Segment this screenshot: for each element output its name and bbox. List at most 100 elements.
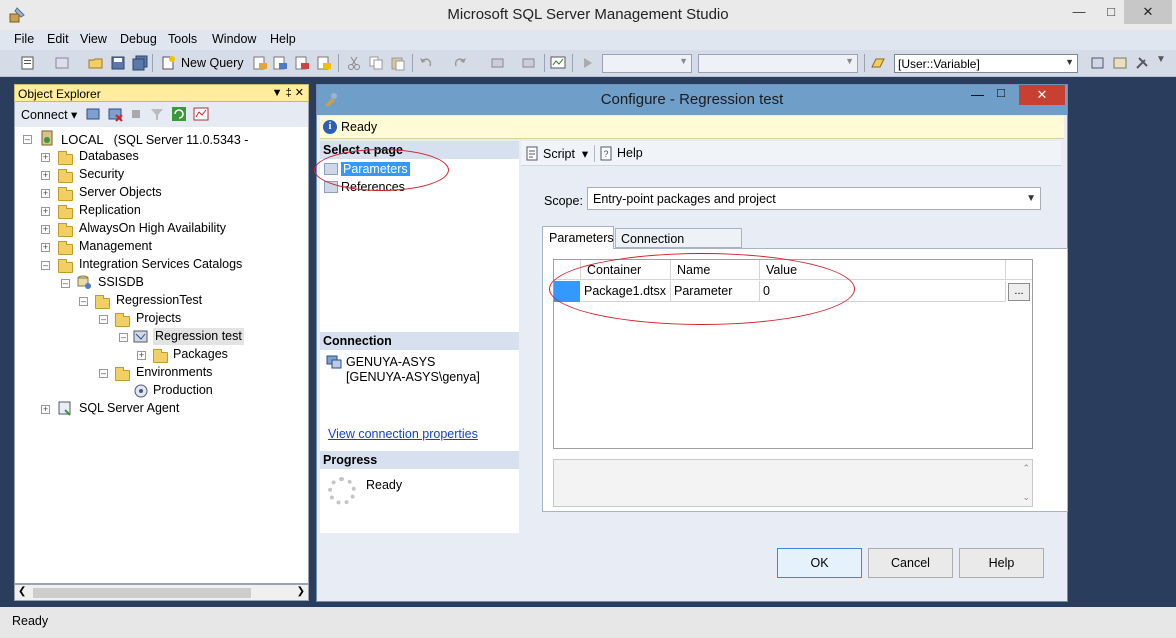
open-folder-icon[interactable] (88, 55, 104, 71)
redo-icon[interactable] (452, 55, 468, 71)
help-toolbar-button[interactable]: Help (617, 146, 643, 160)
scrollbar-thumb[interactable] (33, 588, 251, 598)
activity-monitor-icon[interactable] (193, 106, 209, 122)
tree-node-server[interactable]: LOCAL (SQL Server 11.0.5343 - (61, 131, 248, 148)
dialog-maximize-button[interactable]: □ (997, 85, 1005, 100)
scroll-down-icon[interactable]: ⌄ (1022, 492, 1030, 503)
undo-icon[interactable] (418, 55, 434, 71)
new-query-button[interactable]: New Query (181, 56, 244, 70)
execute-icon[interactable] (580, 55, 596, 71)
tree-node-regressiontest-folder[interactable]: RegressionTest (116, 292, 202, 309)
scroll-right-icon[interactable]: ❯ (297, 586, 305, 597)
menu-tools[interactable]: Tools (168, 32, 197, 46)
tree-node-security[interactable]: Security (79, 166, 124, 183)
scroll-up-icon[interactable]: ⌃ (1022, 463, 1030, 474)
script-button[interactable]: Script ▾ (543, 146, 588, 161)
properties-icon[interactable] (1112, 55, 1128, 71)
maximize-button[interactable]: □ (1096, 0, 1126, 24)
tree-node-packages[interactable]: Packages (173, 346, 228, 363)
variable-combo[interactable]: [User::Variable] ▼ (894, 54, 1078, 73)
paste-icon[interactable] (390, 55, 406, 71)
expand-icon[interactable]: + (41, 153, 50, 162)
collapse-icon[interactable]: – (99, 369, 108, 378)
refresh-icon[interactable] (171, 106, 187, 122)
tab-parameters[interactable]: Parameters (542, 226, 614, 249)
menu-debug[interactable]: Debug (120, 32, 157, 46)
copy-icon[interactable] (368, 55, 384, 71)
menu-help[interactable]: Help (270, 32, 296, 46)
activity-monitor-icon[interactable] (550, 55, 566, 71)
tree-node-alwayson[interactable]: AlwaysOn High Availability (79, 220, 226, 237)
pin-close-icon[interactable]: ▼ ‡ ✕ (272, 86, 304, 99)
collapse-icon[interactable]: – (79, 297, 88, 306)
navigate-forward-icon[interactable] (520, 55, 536, 71)
mdx-query-icon[interactable] (252, 55, 268, 71)
script-icon[interactable] (525, 146, 540, 161)
tree-node-projects[interactable]: Projects (136, 310, 181, 327)
disconnect-icon[interactable] (107, 106, 123, 122)
expand-icon[interactable]: + (41, 189, 50, 198)
tools-icon[interactable] (1134, 55, 1150, 71)
connect-dropdown[interactable]: Connect ▾ (21, 107, 77, 122)
menu-view[interactable]: View (80, 32, 107, 46)
horizontal-scrollbar[interactable]: ❮ ❯ (14, 584, 309, 601)
save-all-icon[interactable] (132, 55, 148, 71)
xmla-query-icon[interactable] (294, 55, 310, 71)
expand-icon[interactable]: + (41, 243, 50, 252)
close-button[interactable]: ✕ (1124, 0, 1172, 24)
tree-node-regression-test-project[interactable]: Regression test (153, 328, 244, 345)
tree-node-is-catalogs[interactable]: Integration Services Catalogs (79, 256, 242, 273)
collapse-icon[interactable]: – (99, 315, 108, 324)
toolbar-overflow-chevron-icon[interactable]: ▼ (1156, 54, 1166, 65)
tab-connection-managers[interactable]: Connection Managers (615, 228, 742, 260)
tree-node-management[interactable]: Management (79, 238, 152, 255)
expand-icon[interactable]: + (41, 405, 50, 414)
cancel-button[interactable]: Cancel (868, 548, 953, 578)
menu-file[interactable]: File (14, 32, 34, 46)
cut-icon[interactable] (346, 55, 362, 71)
tree-node-production[interactable]: Production (153, 382, 213, 399)
dialog-close-button[interactable]: ✕ (1019, 85, 1065, 105)
menu-edit[interactable]: Edit (47, 32, 69, 46)
grid-icon[interactable] (54, 55, 70, 71)
navigate-backward-icon[interactable] (490, 55, 506, 71)
dmx-query-icon[interactable] (272, 55, 288, 71)
collapse-icon[interactable]: – (119, 333, 128, 342)
menu-window[interactable]: Window (212, 32, 256, 46)
help-icon[interactable]: ? (599, 146, 614, 161)
collapse-icon[interactable]: – (61, 279, 70, 288)
tree-node-environments[interactable]: Environments (136, 364, 212, 381)
edit-value-ellipsis-button[interactable]: ... (1008, 283, 1030, 301)
folder-icon (115, 367, 130, 381)
tree-node-server-objects[interactable]: Server Objects (79, 184, 162, 201)
dialog-minimize-button[interactable]: — (971, 87, 984, 102)
expand-icon[interactable]: + (41, 171, 50, 180)
scroll-left-icon[interactable]: ❮ (18, 586, 26, 597)
expand-icon[interactable]: + (41, 207, 50, 216)
ok-button[interactable]: OK (777, 548, 862, 578)
scope-combo[interactable]: Entry-point packages and project ▼ (587, 187, 1041, 210)
tree-node-ssisdb[interactable]: SSISDB (98, 274, 144, 291)
minimize-button[interactable]: — (1064, 0, 1094, 24)
variable-icon[interactable] (870, 55, 886, 71)
registered-servers-icon[interactable] (1090, 55, 1106, 71)
tree-node-replication[interactable]: Replication (79, 202, 141, 219)
help-button[interactable]: Help (959, 548, 1044, 578)
view-connection-properties-link[interactable]: View connection properties (328, 427, 478, 441)
tree-node-databases[interactable]: Databases (79, 148, 139, 165)
dax-query-icon[interactable] (316, 55, 332, 71)
stop-icon[interactable] (129, 107, 143, 121)
expand-icon[interactable]: + (137, 351, 146, 360)
solution-configuration-combo[interactable]: ▼ (602, 54, 692, 73)
new-project-icon[interactable] (20, 55, 36, 71)
connect-server-icon[interactable] (85, 106, 101, 122)
solution-platform-combo[interactable]: ▼ (698, 54, 858, 73)
collapse-icon[interactable]: – (41, 261, 50, 270)
expand-icon[interactable]: + (41, 225, 50, 234)
collapse-icon[interactable]: – (23, 135, 32, 144)
new-query-icon[interactable] (160, 55, 176, 71)
filter-icon[interactable] (149, 106, 165, 122)
save-icon[interactable] (110, 55, 126, 71)
tree-node-sql-server-agent[interactable]: SQL Server Agent (79, 400, 179, 417)
toolbar-separator (594, 145, 595, 162)
